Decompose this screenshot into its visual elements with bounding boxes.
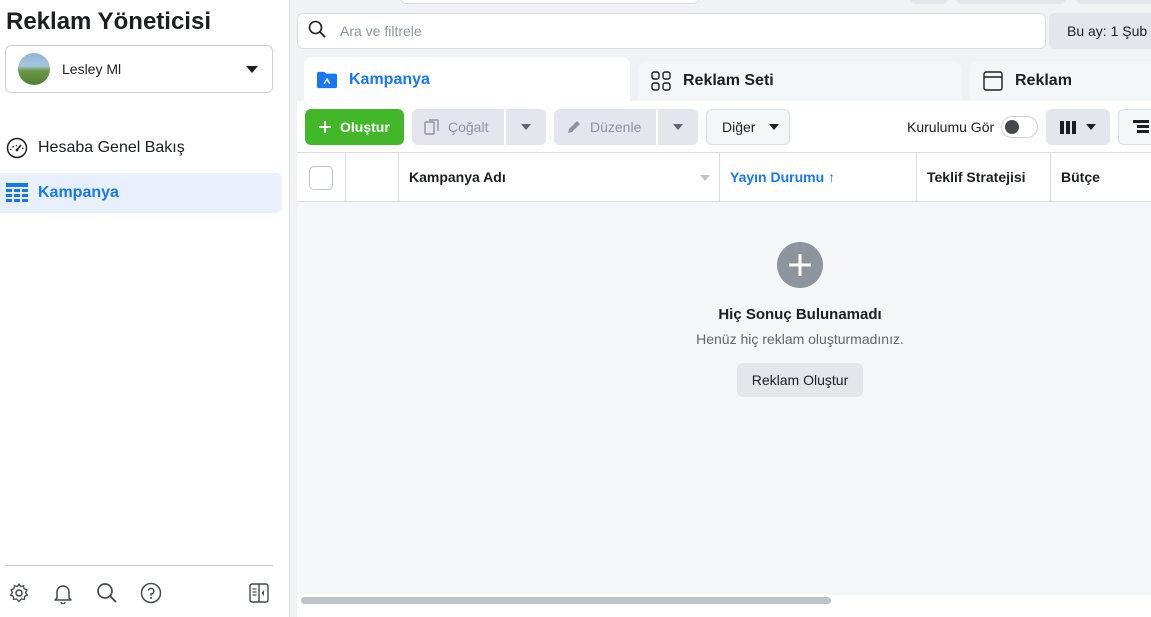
date-range-button[interactable]: Bu ay: 1 Şub 2 [1049,13,1151,49]
create-button[interactable]: Oluştur [305,109,404,145]
chevron-down-icon [769,124,780,130]
search-bar [297,13,1046,49]
setup-label: Kurulumu Gör [907,119,995,135]
other-button[interactable]: Diğer [706,109,790,145]
pencil-icon [566,119,582,135]
account-selector[interactable]: Lesley Ml [5,45,273,93]
tab-label: Reklam Seti [683,72,774,89]
sidebar-item-campaign[interactable]: Kampanya [0,173,281,213]
bell-icon[interactable] [51,581,75,605]
table-icon [6,182,28,204]
chevron-down-icon [673,124,683,130]
sort-caret-icon [700,175,710,181]
column-label: Bütçe [1061,169,1100,185]
plus-icon [319,121,331,133]
duplicate-label: Çoğalt [448,119,489,135]
tab-label: Kampanya [349,71,430,88]
sidebar-item-overview[interactable]: Hesaba Genel Bakış [0,128,281,168]
duplicate-menu-button[interactable] [506,109,546,145]
toolbar: Oluştur Çoğalt Düzenle Diğer Kurulumu Gö… [297,101,1151,153]
search-icon[interactable] [95,581,119,605]
duplicate-button[interactable]: Çoğalt [412,109,504,145]
sidebar-item-label: Hesaba Genel Bakış [38,139,185,156]
duplicate-icon [424,119,440,135]
select-all-checkbox[interactable] [309,166,333,190]
tab-campaign[interactable]: Kampanya [304,57,630,103]
top-cropped-button[interactable] [1076,0,1151,4]
sidebar: Reklam Yöneticisi Lesley Ml Hesaba Genel… [0,0,290,617]
column-toggle-cell [346,153,399,201]
help-icon[interactable] [139,581,163,605]
edit-menu-button[interactable] [658,109,698,145]
columns-icon [1060,120,1076,134]
empty-state-title: Hiç Sonuç Bulunamadı [718,306,882,323]
column-label: Yayın Durumu ↑ [730,169,836,185]
other-label: Diğer [722,119,756,135]
table-header: Kampanya Adı Yayın Durumu ↑ Teklif Strat… [297,153,1151,202]
account-name: Lesley Ml [62,61,122,77]
edit-button[interactable]: Düzenle [554,109,656,145]
app-title: Reklam Yöneticisi [6,8,211,35]
setup-toggle[interactable] [1001,116,1038,138]
create-ad-button[interactable]: Reklam Oluştur [737,363,863,397]
column-label: Kampanya Adı [409,169,506,185]
avatar [18,53,50,85]
search-icon [308,20,326,43]
sidebar-footer [5,565,273,617]
search-input[interactable] [340,23,940,39]
top-strip [290,0,1151,10]
toggle-knob [1005,120,1019,134]
tab-adset[interactable]: Reklam Seti [638,61,962,101]
dashboard-icon [6,137,28,159]
tab-label: Reklam [1015,72,1072,89]
grid-icon [651,71,671,91]
top-cropped-button[interactable] [910,0,948,4]
campaign-panel: Oluştur Çoğalt Düzenle Diğer Kurulumu Gö… [297,101,1151,617]
ad-window-icon [983,71,1003,91]
top-cropped-button[interactable] [956,0,1066,4]
breakdown-icon [1133,120,1149,134]
chevron-down-icon [521,124,531,130]
sidebar-item-label: Kampanya [38,184,119,201]
campaign-folder-icon [317,70,337,90]
empty-state-subtitle: Henüz hiç reklam oluşturmadınız. [696,331,904,347]
chevron-down-icon [1086,124,1096,130]
breakdown-button[interactable] [1118,109,1151,145]
column-campaign-name[interactable]: Kampanya Adı [399,153,720,201]
column-label: Teklif Stratejisi [927,169,1026,185]
table-body [297,202,1151,596]
settings-icon[interactable] [7,581,31,605]
column-delivery-status[interactable]: Yayın Durumu ↑ [720,153,917,201]
tab-ad[interactable]: Reklam [970,61,1151,101]
create-label: Oluştur [340,119,390,135]
top-cropped-control[interactable] [400,0,700,4]
select-all-cell [297,153,346,201]
chevron-down-icon [246,66,258,73]
panel-toggle-icon[interactable] [247,581,271,605]
horizontal-scrollbar[interactable] [301,597,831,604]
columns-button[interactable] [1046,109,1110,145]
add-circle-icon [777,242,823,288]
column-budget[interactable]: Bütçe [1051,153,1151,201]
column-bid-strategy[interactable]: Teklif Stratejisi [917,153,1051,201]
edit-label: Düzenle [590,119,642,135]
